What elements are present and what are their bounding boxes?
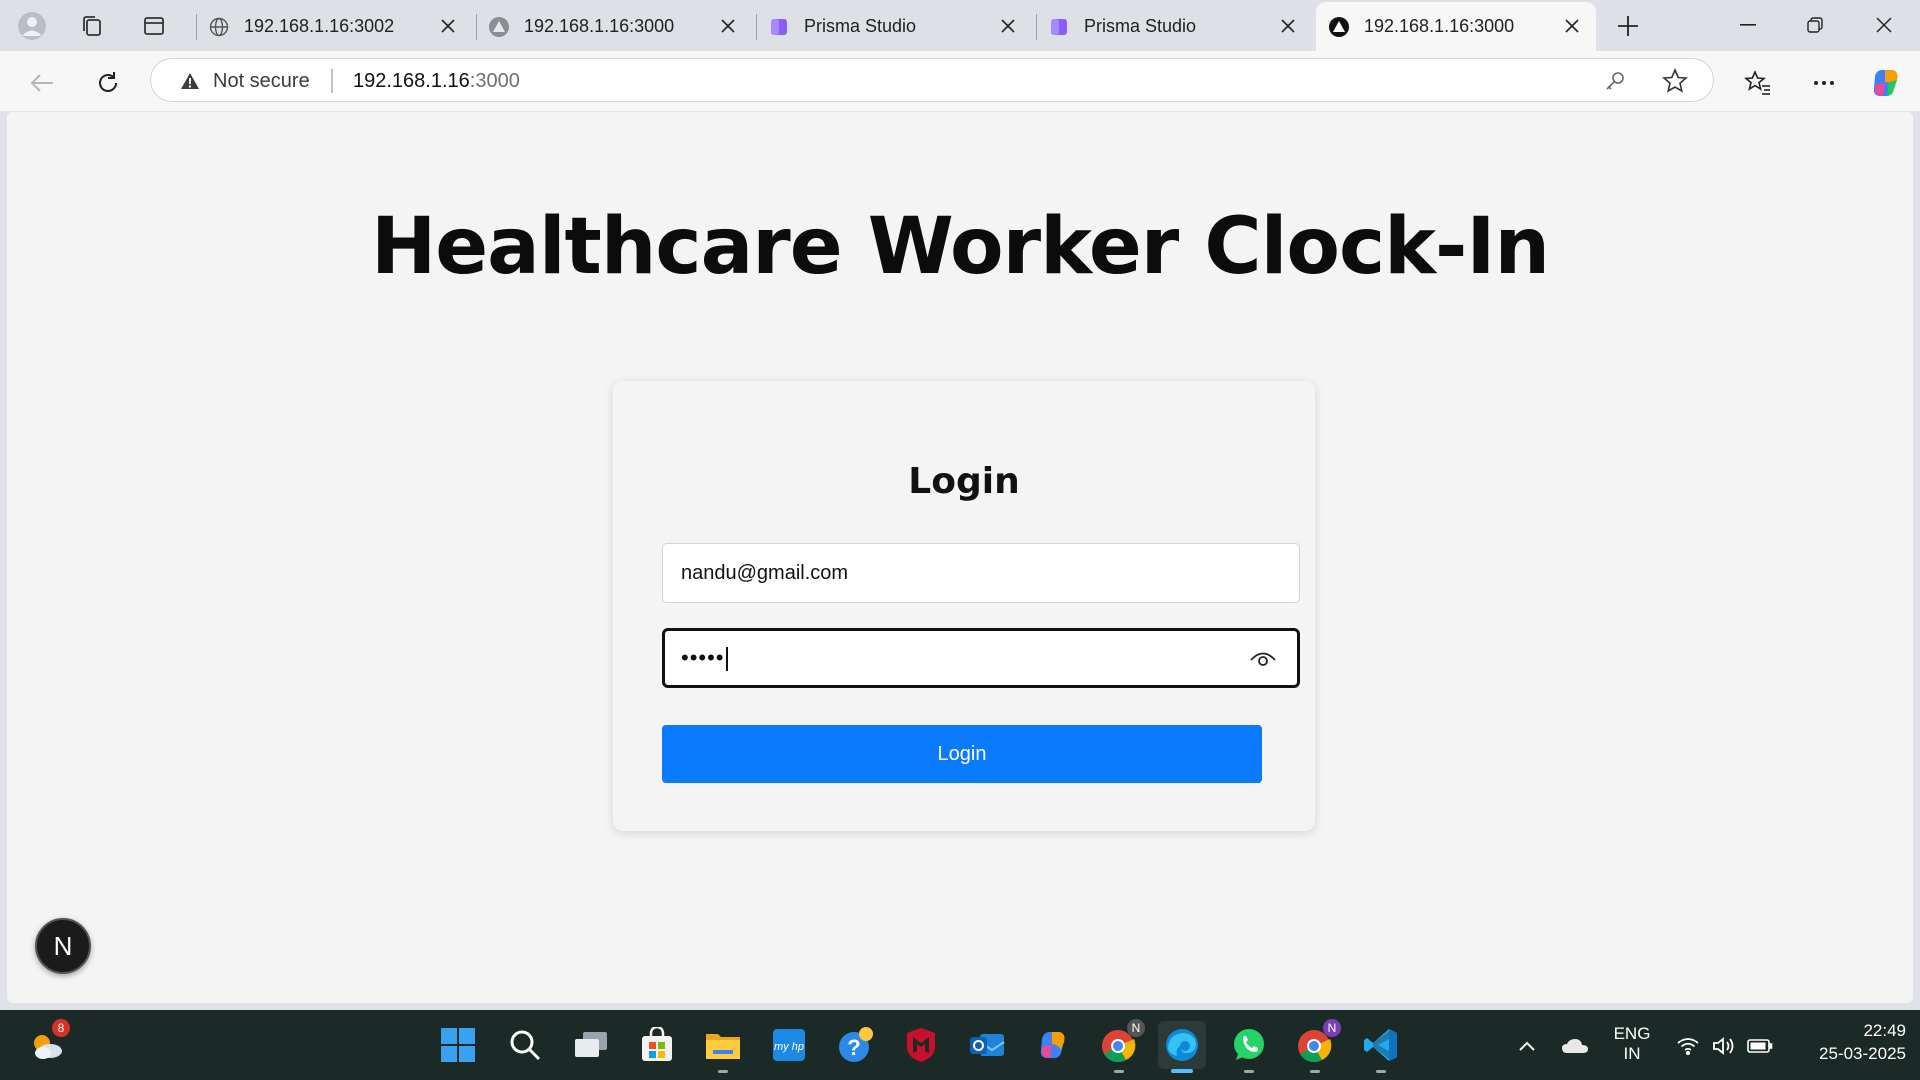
microsoft-store-icon[interactable] — [633, 1021, 681, 1069]
volume-icon[interactable] — [1710, 1032, 1738, 1060]
copilot-app-icon[interactable] — [1029, 1021, 1077, 1069]
warning-triangle-icon[interactable] — [179, 70, 201, 92]
running-indicator — [1244, 1070, 1254, 1073]
email-field[interactable]: nandu@gmail.com — [662, 543, 1300, 603]
browser-tab-bar: 192.168.1.16:3002 192.168.1.16:3000 Pris… — [0, 0, 1920, 51]
active-app-indicator — [1171, 1069, 1193, 1073]
close-tab-icon[interactable] — [1276, 14, 1300, 38]
tab-title: Prisma Studio — [1084, 16, 1197, 36]
svg-text:my hp: my hp — [774, 1041, 804, 1053]
login-card: Login nandu@gmail.com ••••• Login — [613, 381, 1315, 831]
prisma-icon — [1048, 16, 1070, 38]
profile-avatar-icon[interactable] — [14, 8, 50, 44]
restore-window-icon[interactable] — [1790, 6, 1840, 44]
clock-date: 25-03-2025 — [1819, 1044, 1906, 1063]
running-indicator — [718, 1070, 728, 1073]
tab-3[interactable]: Prisma Studio — [756, 2, 1032, 51]
vercel-triangle-icon — [488, 16, 510, 38]
tab-title: 192.168.1.16:3002 — [244, 16, 395, 36]
myhp-icon[interactable]: my hp — [765, 1021, 813, 1069]
address-divider — [331, 69, 333, 93]
url-host: 192.168.1.16 — [353, 70, 470, 92]
wifi-icon[interactable] — [1674, 1032, 1702, 1060]
onedrive-cloud-icon[interactable] — [1561, 1032, 1589, 1060]
chrome-profile-icon[interactable]: N — [1095, 1019, 1145, 1073]
address-url[interactable]: 192.168.1.16:3000 — [353, 70, 520, 93]
running-indicator — [1376, 1070, 1386, 1073]
edge-browser-icon[interactable] — [1158, 1021, 1206, 1073]
password-masked-text: ••••• — [681, 645, 725, 670]
file-explorer-icon[interactable] — [699, 1021, 747, 1073]
globe-icon — [208, 16, 230, 38]
tab-5-active[interactable]: 192.168.1.16:3000 — [1316, 2, 1596, 51]
clock-time: 22:49 — [1863, 1021, 1906, 1040]
chrome-profile-badge: N — [1127, 1019, 1145, 1037]
favorite-star-icon[interactable] — [1661, 67, 1689, 95]
tab-title: 192.168.1.16:3000 — [524, 16, 675, 36]
login-heading: Login — [908, 461, 1020, 502]
tab-separator — [196, 14, 197, 40]
system-clock[interactable]: 22:49 25-03-2025 — [1790, 1021, 1906, 1064]
tab-2[interactable]: 192.168.1.16:3000 — [476, 2, 752, 51]
tab-1[interactable]: 192.168.1.16:3002 — [196, 2, 472, 51]
login-button[interactable]: Login — [662, 725, 1262, 783]
tab-title: 192.168.1.16:3000 — [1364, 16, 1515, 36]
close-tab-icon[interactable] — [996, 14, 1020, 38]
vercel-triangle-icon — [1328, 16, 1350, 38]
page-title: Healthcare Worker Clock-In — [371, 202, 1550, 292]
chrome-profile-2-icon[interactable]: N — [1291, 1019, 1341, 1073]
language-indicator[interactable]: ENG IN — [1604, 1024, 1660, 1064]
page-viewport: Healthcare Worker Clock-In Login nandu@g… — [6, 111, 1914, 1004]
password-key-icon[interactable] — [1603, 69, 1627, 93]
new-tab-plus-icon[interactable] — [1610, 8, 1646, 44]
weather-widget-icon[interactable]: 8 — [24, 1019, 72, 1069]
tab-title: Prisma Studio — [804, 16, 917, 36]
tab-separator — [756, 14, 757, 40]
weather-badge: 8 — [52, 1019, 70, 1037]
svg-text:?: ? — [847, 1035, 860, 1060]
close-tab-icon[interactable] — [436, 14, 460, 38]
running-indicator — [1114, 1070, 1124, 1073]
show-password-eye-icon[interactable] — [1249, 647, 1277, 671]
workspaces-icon[interactable] — [74, 8, 110, 44]
reload-icon[interactable] — [88, 63, 128, 103]
start-windows-icon[interactable] — [434, 1021, 482, 1069]
back-arrow-icon[interactable] — [22, 63, 62, 103]
text-caret — [725, 647, 728, 672]
task-view-icon[interactable] — [567, 1021, 615, 1069]
running-indicator — [1310, 1070, 1320, 1073]
address-bar[interactable]: Not secure 192.168.1.16:3000 — [150, 58, 1714, 102]
show-hidden-icons-chevron-icon[interactable] — [1513, 1032, 1541, 1060]
close-window-icon[interactable] — [1859, 6, 1909, 44]
close-tab-icon[interactable] — [716, 14, 740, 38]
copilot-icon[interactable] — [1866, 63, 1906, 103]
battery-icon[interactable] — [1746, 1032, 1774, 1060]
favorites-list-icon[interactable] — [1738, 63, 1778, 103]
mcafee-icon[interactable] — [897, 1021, 945, 1069]
region-code: IN — [1623, 1044, 1641, 1063]
whatsapp-icon[interactable] — [1225, 1021, 1273, 1073]
vertical-tabs-icon[interactable] — [136, 8, 172, 44]
prisma-icon — [768, 16, 790, 38]
tab-4[interactable]: Prisma Studio — [1036, 2, 1312, 51]
minimize-window-icon[interactable] — [1723, 6, 1773, 44]
password-field[interactable]: ••••• — [662, 628, 1300, 688]
url-port: :3000 — [469, 70, 520, 92]
outlook-icon[interactable] — [963, 1021, 1011, 1069]
password-value: ••••• — [681, 645, 728, 672]
not-secure-label[interactable]: Not secure — [213, 70, 310, 93]
tab-separator — [476, 14, 477, 40]
windows-taskbar: 8 my hp ? N N ENG IN 22:49 25-03-2025 — [0, 1010, 1920, 1080]
tab-separator — [1036, 14, 1037, 40]
close-tab-icon[interactable] — [1560, 14, 1584, 38]
search-icon[interactable] — [501, 1021, 549, 1069]
browser-toolbar: Not secure 192.168.1.16:3000 — [0, 51, 1920, 111]
language-code: ENG — [1613, 1024, 1651, 1043]
vscode-icon[interactable] — [1357, 1021, 1405, 1073]
more-options-icon[interactable] — [1804, 63, 1844, 103]
nextjs-dev-indicator[interactable]: N — [35, 918, 91, 974]
email-value: nandu@gmail.com — [681, 562, 849, 584]
chrome-profile-2-badge: N — [1323, 1019, 1341, 1037]
get-help-icon[interactable]: ? — [831, 1021, 879, 1069]
